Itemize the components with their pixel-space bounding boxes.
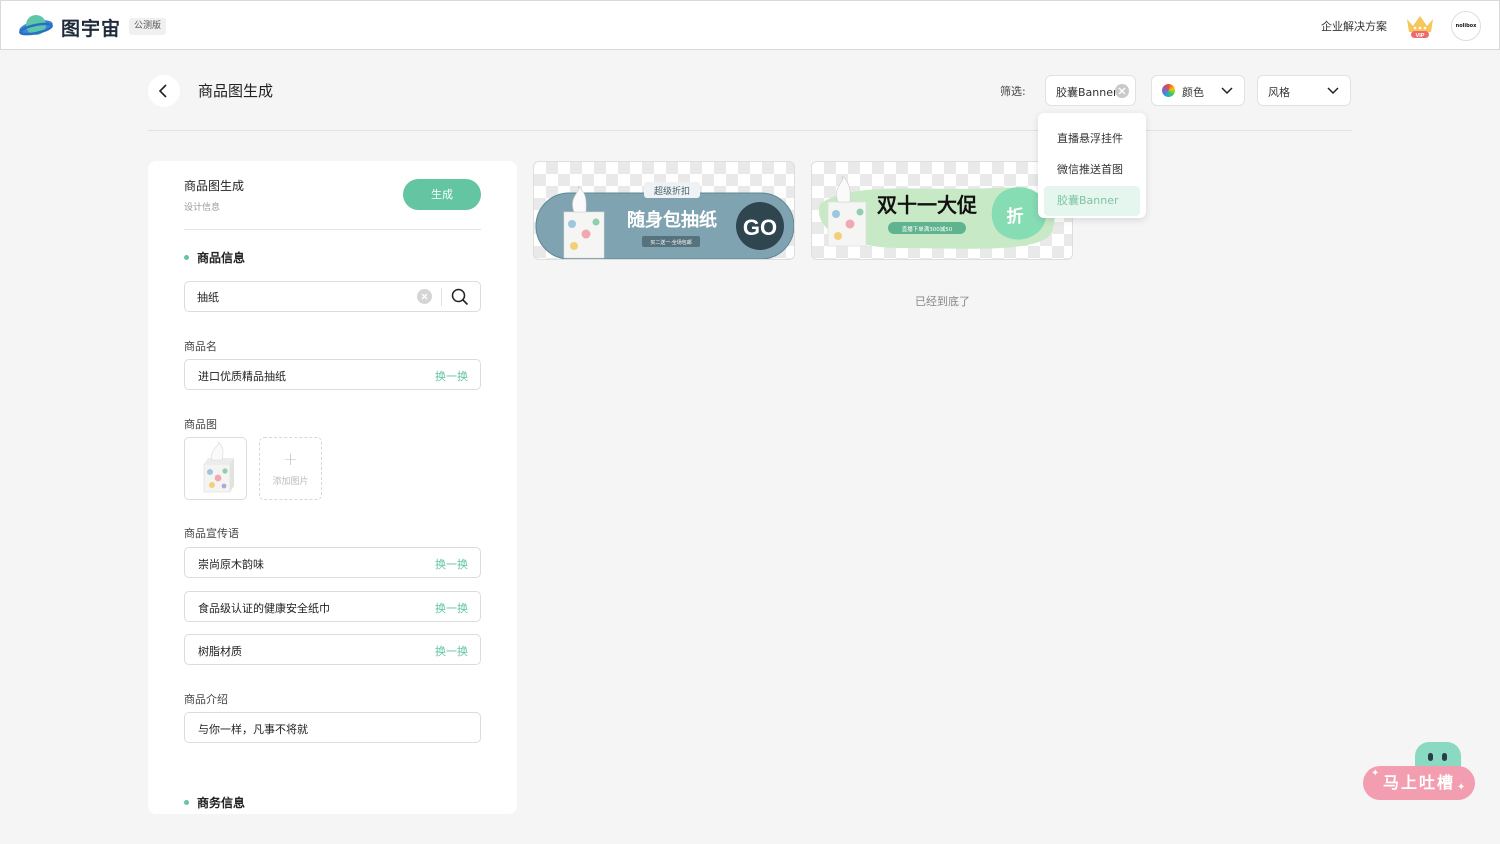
filter-chip-type-value: 胶囊Banner — [1056, 86, 1118, 99]
filter-chip-type[interactable]: 胶囊Banner — [1045, 75, 1136, 106]
section-dot — [184, 255, 189, 260]
plus-icon: + — [282, 449, 299, 470]
section-product-info-label: 商品信息 — [197, 251, 246, 265]
clear-filter-icon[interactable] — [1115, 84, 1129, 98]
card1-sub-text: 买二送一·全场包邮 — [650, 239, 692, 246]
section-dot — [184, 800, 189, 805]
card2-sub-text: 直播下单满300减50 — [902, 225, 953, 233]
generate-button[interactable]: 生成 — [403, 179, 481, 210]
tissue-box-image — [203, 441, 234, 493]
dropdown-item-live-widget[interactable]: 直播悬浮挂件 — [1044, 124, 1140, 154]
clear-search-icon[interactable] — [417, 289, 432, 304]
form-title: 商品图生成 — [184, 179, 245, 193]
slogan-value: 树脂材质 — [198, 645, 242, 658]
vip-crown-icon[interactable]: VIP — [1404, 13, 1436, 39]
add-image-label: 添加图片 — [272, 477, 309, 487]
product-name-value: 进口优质精品抽纸 — [198, 370, 286, 383]
sparkle-icon: ✦ — [1457, 782, 1466, 793]
swap-slogan-button[interactable]: 换一换 — [435, 600, 468, 616]
design-form-panel: 商品图生成 设计信息 生成 商品信息 商品名 进口优质精品抽纸 换一换 商品图 … — [148, 161, 517, 814]
end-of-list-text: 已经到底了 — [915, 295, 970, 308]
color-wheel-icon — [1162, 84, 1175, 97]
result-card-2[interactable]: 折 双十一大促 直播下单满300减50 — [811, 161, 1073, 260]
swap-name-button[interactable]: 换一换 — [435, 368, 468, 384]
feedback-widget[interactable]: 马上吐槽 ✦ ✦ — [1363, 740, 1477, 802]
page-title: 商品图生成 — [198, 82, 274, 100]
robot-eye — [1428, 753, 1433, 761]
form-subtitle: 设计信息 — [184, 203, 221, 213]
chevron-down-icon — [1327, 87, 1339, 95]
dropdown-item-capsule-banner[interactable]: 胶囊Banner — [1044, 186, 1140, 216]
intro-value: 与你一样，凡事不将就 — [198, 723, 308, 736]
slogan-field-3[interactable]: 树脂材质 换一换 — [184, 634, 481, 665]
card1-top-text: 超级折扣 — [654, 185, 690, 197]
filter-chip-color[interactable]: 颜色 — [1151, 75, 1245, 106]
card1-cta: GO — [743, 215, 777, 240]
dropdown-item-wechat-cover[interactable]: 微信推送首图 — [1044, 155, 1140, 185]
beta-badge: 公测版 — [129, 18, 167, 35]
swap-slogan-button[interactable]: 换一换 — [435, 643, 468, 659]
product-image-label: 商品图 — [184, 418, 217, 431]
slogan-field-1[interactable]: 崇尚原木韵味 换一换 — [184, 547, 481, 578]
robot-eye — [1442, 753, 1447, 761]
result-card-1[interactable]: GO 超级折扣 随身包抽纸 买二送一·全场包邮 — [533, 161, 795, 260]
slogan-value: 崇尚原木韵味 — [198, 558, 264, 571]
capsule-banner-preview-1: GO 超级折扣 随身包抽纸 买二送一·全场包邮 — [535, 182, 794, 259]
sparkle-icon: ✦ — [1371, 768, 1380, 779]
card2-badge: 折 — [1007, 206, 1024, 227]
filter-label: 筛选: — [1000, 85, 1026, 98]
add-image-button[interactable]: + 添加图片 — [259, 437, 322, 500]
section-business-info: 商务信息 — [184, 794, 245, 811]
chevron-down-icon — [1221, 87, 1233, 95]
section-product-info: 商品信息 — [184, 249, 245, 266]
brand-name[interactable]: 图宇宙 — [61, 14, 121, 41]
capsule-banner-preview-2: 折 双十一大促 直播下单满300减50 — [818, 175, 1055, 249]
header-divider — [148, 130, 1352, 131]
filter-chip-style[interactable]: 风格 — [1257, 75, 1351, 106]
slogan-field-2[interactable]: 食品级认证的健康安全纸巾 换一换 — [184, 591, 481, 622]
back-button[interactable] — [148, 75, 180, 107]
card1-main-text: 随身包抽纸 — [627, 209, 717, 231]
planet-logo-icon[interactable] — [19, 12, 55, 40]
section-business-info-label: 商务信息 — [197, 796, 246, 810]
intro-field[interactable]: 与你一样，凡事不将就 — [184, 712, 481, 743]
user-avatar[interactable]: nolibox — [1451, 11, 1481, 41]
product-name-field[interactable]: 进口优质精品抽纸 换一换 — [184, 359, 481, 390]
slogan-label: 商品宣传语 — [184, 527, 239, 540]
form-divider — [184, 229, 481, 230]
product-search-input[interactable] — [197, 288, 407, 306]
enterprise-solutions-link[interactable]: 企业解决方案 — [1321, 18, 1387, 34]
chevron-left-icon — [158, 84, 167, 98]
swap-slogan-button[interactable]: 换一换 — [435, 556, 468, 572]
card2-main-text: 双十一大促 — [877, 193, 978, 217]
filter-chip-color-label: 颜色 — [1182, 86, 1204, 99]
search-icon[interactable] — [451, 288, 469, 306]
intro-label: 商品介绍 — [184, 693, 228, 706]
product-search-field — [184, 281, 481, 312]
product-name-label: 商品名 — [184, 340, 217, 353]
slogan-value: 食品级认证的健康安全纸巾 — [198, 602, 330, 615]
search-divider — [441, 288, 442, 306]
filter-chip-style-label: 风格 — [1268, 86, 1290, 99]
filter-type-dropdown: 直播悬浮挂件 微信推送首图 胶囊Banner — [1038, 113, 1146, 218]
product-image-thumbnail[interactable] — [184, 437, 247, 500]
vip-label: VIP — [1416, 33, 1425, 39]
top-navbar: 图宇宙 公测版 企业解决方案 VIP nolibox — [0, 0, 1500, 50]
